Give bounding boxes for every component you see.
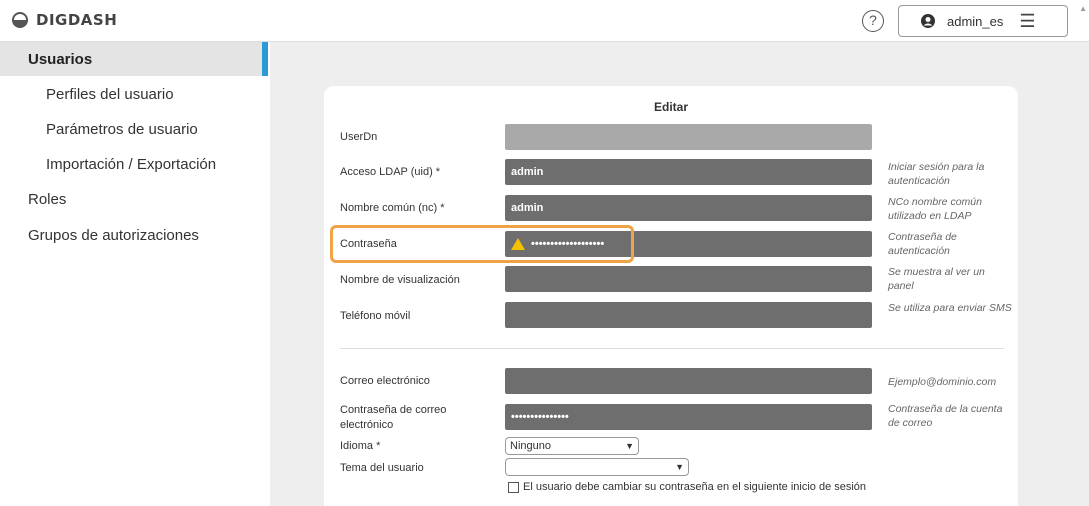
email-password-input[interactable]: ••••••••••••••• bbox=[505, 404, 872, 430]
sidebar-item-parametros[interactable]: Parámetros de usuario bbox=[0, 112, 268, 146]
section-divider bbox=[340, 348, 1004, 349]
user-menu-button[interactable]: admin_es ☰ bbox=[898, 5, 1068, 37]
email-hint: Ejemplo@dominio.com bbox=[888, 376, 997, 388]
mobile-phone-label: Teléfono móvil bbox=[340, 310, 411, 322]
change-password-checkbox[interactable] bbox=[508, 481, 519, 493]
theme-label: Tema del usuario bbox=[340, 462, 424, 474]
email-label: Correo electrónico bbox=[340, 375, 430, 387]
brand-name: DIGDASH bbox=[36, 11, 118, 29]
mobile-phone-hint: Se utiliza para enviar SMS bbox=[888, 302, 1012, 314]
email-input[interactable] bbox=[505, 368, 872, 394]
common-name-input[interactable]: admin bbox=[505, 195, 872, 221]
brand-logo[interactable]: DIGDASH bbox=[10, 10, 117, 30]
display-name-hint: Se muestra al ver un panel bbox=[888, 266, 985, 292]
email-password-label: Contraseña de correo electrónico bbox=[340, 404, 447, 431]
sidebar-item-grupos[interactable]: Grupos de autorizaciones bbox=[0, 218, 268, 252]
change-password-row[interactable]: El usuario debe cambiar su contraseña en… bbox=[508, 481, 866, 493]
email-password-hint: Contraseña de la cuenta de correo bbox=[888, 403, 1003, 429]
active-indicator bbox=[262, 42, 268, 76]
hamburger-menu-icon[interactable]: ☰ bbox=[1019, 12, 1035, 30]
theme-select[interactable]: ▼ bbox=[505, 458, 689, 476]
user-name: admin_es bbox=[947, 13, 1004, 29]
password-hint: Contraseña de autenticación bbox=[888, 231, 957, 257]
userdn-input[interactable] bbox=[505, 124, 872, 150]
ldap-uid-hint: Iniciar sesión para la autenticación bbox=[888, 161, 985, 187]
userdn-label: UserDn bbox=[340, 131, 378, 143]
chevron-down-icon: ▼ bbox=[625, 441, 634, 451]
ldap-uid-label: Acceso LDAP (uid) * bbox=[340, 166, 441, 178]
top-bar: DIGDASH ? admin_es ☰ ▲ bbox=[0, 0, 1089, 42]
digdash-logo-icon bbox=[12, 12, 28, 28]
chevron-down-icon: ▼ bbox=[675, 462, 684, 472]
common-name-label: Nombre común (nc) * bbox=[340, 202, 445, 214]
password-highlight-box bbox=[330, 225, 634, 263]
ldap-uid-input[interactable]: admin bbox=[505, 159, 872, 185]
form-title: Editar bbox=[653, 100, 688, 114]
change-password-label: El usuario debe cambiar su contraseña en… bbox=[523, 481, 867, 493]
language-label: Idioma * bbox=[340, 440, 381, 452]
display-name-label: Nombre de visualización bbox=[340, 274, 460, 286]
common-name-hint: NCo nombre común utilizado en LDAP bbox=[888, 196, 982, 222]
language-selected: Ninguno bbox=[510, 440, 551, 452]
sidebar-item-roles[interactable]: Roles bbox=[0, 182, 268, 216]
mobile-phone-input[interactable] bbox=[505, 302, 872, 328]
display-name-input[interactable] bbox=[505, 266, 872, 292]
scroll-up-arrow-icon[interactable]: ▲ bbox=[1079, 4, 1087, 13]
user-avatar-icon bbox=[921, 14, 935, 28]
help-icon[interactable]: ? bbox=[862, 10, 884, 32]
sidebar-item-importacion[interactable]: Importación / Exportación bbox=[0, 147, 268, 181]
sidebar-item-perfiles[interactable]: Perfiles del usuario bbox=[0, 77, 268, 111]
sidebar-item-usuarios[interactable]: Usuarios bbox=[0, 42, 268, 76]
language-select[interactable]: Ninguno ▼ bbox=[505, 437, 639, 455]
